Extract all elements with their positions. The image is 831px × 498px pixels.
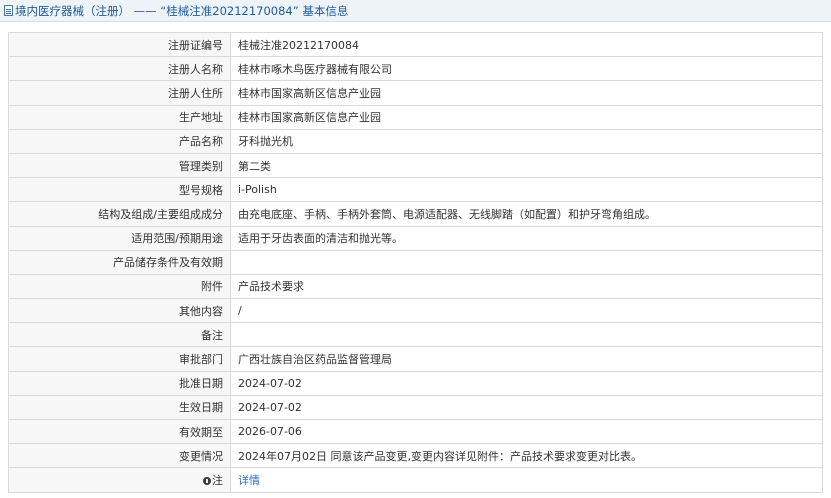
detail-table: 注册证编号 桂械注准20212170084 注册人名称 桂林市啄木鸟医疗器械有限公司… [8, 31, 823, 494]
row-value: i-Polish [230, 177, 823, 203]
table-row: 生效日期 2024-07-02 [8, 394, 823, 421]
row-label: 注册人住所 [8, 80, 231, 106]
row-label: 注册证编号 [8, 31, 231, 58]
row-value: 由充电底座、手柄、手柄外套筒、电源适配器、无线脚踏（如配置）和护牙弯角组成。 [230, 201, 823, 227]
table-row: 产品名称 牙科抛光机 [8, 128, 823, 154]
table-row: 变更情况 2024年07月02日 同意该产品变更,变更内容详见附件：产品技术要求变… [8, 443, 823, 469]
row-label: 附件 [8, 273, 231, 300]
table-row: 注册证编号 桂械注准20212170084 [8, 31, 823, 58]
row-label: 产品名称 [8, 128, 231, 154]
row-value: 桂林市国家高新区信息产业园 [230, 80, 823, 106]
page-title: 境内医疗器械（注册） —— “桂械注准20212170084” 基本信息 [15, 3, 349, 18]
row-value: 2026-07-06 [230, 418, 823, 445]
table-row: 审批部门 广西壮族自治区药品监督管理局 [8, 346, 823, 372]
row-value: 桂械注准20212170084 [230, 31, 823, 58]
row-value: 2024-07-02 [230, 394, 823, 421]
row-value [230, 249, 823, 275]
table-row: 适用范围/预期用途 适用于牙齿表面的清洁和抛光等。 [8, 225, 823, 251]
table-row: 备注 [8, 322, 823, 348]
row-label: 有效期至 [8, 418, 231, 445]
table-row: 生产地址 桂林市国家高新区信息产业园 [8, 104, 823, 130]
row-label: 生产地址 [8, 104, 231, 130]
row-value: 2024-07-02 [230, 370, 823, 396]
row-value: 桂林市国家高新区信息产业园 [230, 104, 823, 130]
row-value [230, 322, 823, 348]
table-row: 其他内容 / [8, 298, 823, 324]
row-label: 其他内容 [8, 298, 231, 324]
row-value: 2024年07月02日 同意该产品变更,变更内容详见附件：产品技术要求变更对比表… [230, 443, 823, 469]
row-value: 广西壮族自治区药品监督管理局 [230, 346, 823, 372]
row-label: 管理类别 [8, 152, 231, 179]
row-label: 备注 [8, 322, 231, 348]
row-label: 型号规格 [8, 177, 231, 203]
table-row: 注册人住所 桂林市国家高新区信息产业园 [8, 80, 823, 106]
table-row: 批准日期 2024-07-02 [8, 370, 823, 396]
document-icon [4, 5, 13, 16]
note-label: 注 [212, 474, 223, 488]
table-row: 型号规格 i-Polish [8, 177, 823, 203]
row-value: 牙科抛光机 [230, 128, 823, 154]
note-label-cell: 注 [8, 467, 231, 494]
page-header: 境内医疗器械（注册） —— “桂械注准20212170084” 基本信息 [0, 0, 831, 22]
table-row: 附件 产品技术要求 [8, 273, 823, 300]
row-value: 适用于牙齿表面的清洁和抛光等。 [230, 225, 823, 251]
row-label: 适用范围/预期用途 [8, 225, 231, 251]
table-row: 注册人名称 桂林市啄木鸟医疗器械有限公司 [8, 56, 823, 82]
row-label: 审批部门 [8, 346, 231, 372]
table-row: 有效期至 2026-07-06 [8, 418, 823, 445]
note-row: 注 详情 [8, 467, 823, 494]
row-label: 生效日期 [8, 394, 231, 421]
table-row: 结构及组成/主要组成成分 由充电底座、手柄、手柄外套筒、电源适配器、无线脚踏（如配… [8, 201, 823, 227]
table-row: 产品储存条件及有效期 [8, 249, 823, 275]
row-value: 产品技术要求 [230, 273, 823, 300]
row-label: 批准日期 [8, 370, 231, 396]
row-value: / [230, 298, 823, 324]
note-value-cell: 详情 [230, 467, 823, 494]
row-label: 变更情况 [8, 443, 231, 469]
row-value: 桂林市啄木鸟医疗器械有限公司 [230, 56, 823, 82]
row-value: 第二类 [230, 152, 823, 179]
row-label: 注册人名称 [8, 56, 231, 82]
row-label: 结构及组成/主要组成成分 [8, 201, 231, 227]
details-link[interactable]: 详情 [238, 474, 260, 487]
info-icon [203, 477, 211, 486]
table-row: 管理类别 第二类 [8, 152, 823, 179]
row-label: 产品储存条件及有效期 [8, 249, 231, 275]
